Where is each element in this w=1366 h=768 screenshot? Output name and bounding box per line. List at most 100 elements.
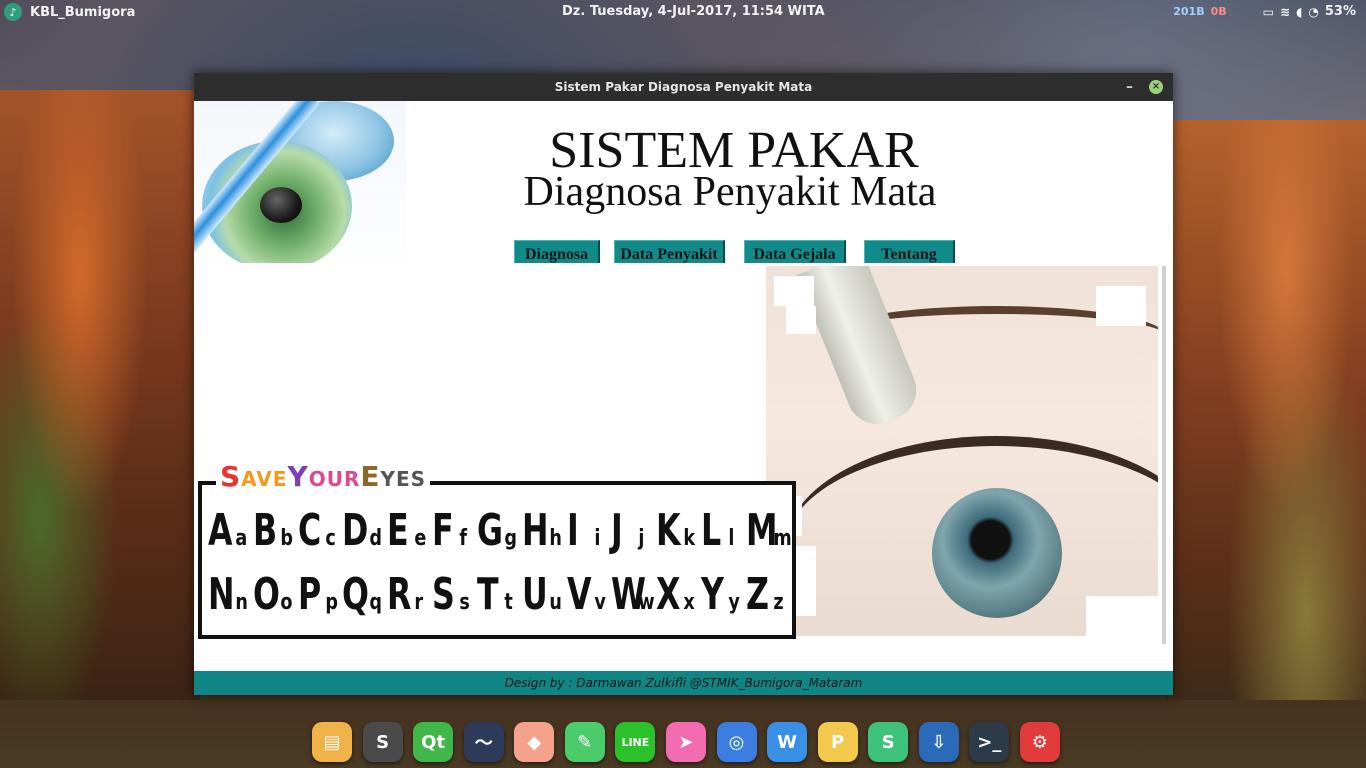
letter-lower: d bbox=[369, 526, 383, 551]
letter-pair: Ii bbox=[567, 509, 607, 553]
letter-upper: L bbox=[701, 505, 722, 556]
letter-upper: X bbox=[656, 569, 681, 620]
letter-lower: h bbox=[549, 526, 562, 551]
system-tray: 201B 0B ▭ ≋ ◖ ◔ 53% bbox=[1173, 4, 1356, 19]
sublime-text-icon[interactable]: S bbox=[362, 722, 403, 762]
letter-upper: S bbox=[432, 569, 455, 620]
qt-creator-icon[interactable]: Qt bbox=[413, 722, 454, 762]
chromium-icon[interactable]: ◎ bbox=[716, 722, 757, 762]
poster-title-part: OUR bbox=[308, 467, 361, 491]
letter-lower: u bbox=[549, 590, 562, 615]
volume-icon[interactable]: ◖ bbox=[1296, 5, 1302, 19]
letter-pair: Gg bbox=[477, 509, 517, 553]
line-icon[interactable]: LINE bbox=[615, 722, 656, 762]
pixel-block bbox=[1096, 286, 1146, 326]
main-content: SAVEYOUREYES AaBbCcDdEeFfGgHhIiJjKkLlMm … bbox=[194, 263, 1173, 671]
letter-upper: D bbox=[342, 505, 369, 556]
files-icon[interactable]: ▤ bbox=[312, 722, 352, 762]
letter-upper: B bbox=[252, 505, 277, 556]
letter-upper: P bbox=[297, 569, 321, 620]
dock-glyph: S bbox=[376, 731, 390, 753]
inkscape-icon[interactable]: ◆ bbox=[514, 722, 555, 762]
letter-upper: C bbox=[297, 505, 321, 556]
active-app[interactable]: ♪ KBL_Bumigora bbox=[4, 3, 135, 21]
clock[interactable]: Dz. Tuesday, 4-Jul-2017, 11:54 WITA bbox=[562, 4, 825, 19]
pixel-block bbox=[786, 306, 816, 334]
wps-presentation-icon[interactable]: P bbox=[817, 722, 858, 762]
letter-pair: Qq bbox=[342, 573, 382, 617]
display-icon[interactable]: ▭ bbox=[1263, 5, 1274, 19]
letter-upper: A bbox=[208, 505, 233, 556]
letter-pair: Pp bbox=[298, 573, 338, 617]
letter-lower: v bbox=[594, 590, 606, 615]
app-logo-icon: ♪ bbox=[4, 3, 22, 21]
minimize-button[interactable]: – bbox=[1126, 73, 1133, 101]
letter-upper: T bbox=[476, 569, 499, 620]
alphabet-row-2: NnOoPpQqRrSsTtUuVvWwXxYyZz bbox=[202, 573, 792, 617]
letter-lower: e bbox=[414, 526, 427, 551]
mysql-workbench-icon[interactable]: 〜 bbox=[463, 722, 504, 762]
dock-glyph: ⚙ bbox=[1031, 731, 1048, 753]
wps-writer-icon[interactable]: W bbox=[767, 722, 808, 762]
letter-pair: Aa bbox=[208, 509, 248, 553]
letter-upper: N bbox=[208, 569, 235, 620]
letter-pair: Ss bbox=[432, 573, 472, 617]
letter-upper: H bbox=[521, 505, 549, 556]
alphabet-row-1: AaBbCcDdEeFfGgHhIiJjKkLlMm bbox=[202, 509, 792, 553]
active-app-name: KBL_Bumigora bbox=[30, 4, 136, 20]
letter-pair: Bb bbox=[253, 509, 293, 553]
send-icon[interactable]: ➤ bbox=[665, 722, 706, 762]
battery-percent: 53% bbox=[1324, 4, 1356, 19]
letter-upper: E bbox=[387, 505, 409, 556]
dock-glyph: ◎ bbox=[728, 731, 745, 753]
letter-upper: K bbox=[656, 505, 681, 556]
dock-glyph: P bbox=[831, 731, 845, 753]
letter-pair: Cc bbox=[298, 509, 338, 553]
letter-pair: Xx bbox=[656, 573, 696, 617]
letter-pair: Dd bbox=[342, 509, 382, 553]
pupil-image bbox=[260, 187, 302, 223]
letter-pair: Zz bbox=[746, 573, 786, 617]
dock-glyph: ▤ bbox=[323, 731, 341, 753]
close-button[interactable]: × bbox=[1149, 80, 1163, 94]
net-upload-rate: 201B bbox=[1173, 5, 1205, 18]
letter-pair: Ee bbox=[387, 509, 427, 553]
window-titlebar[interactable]: Sistem Pakar Diagnosa Penyakit Mata – × bbox=[194, 73, 1173, 101]
letter-lower: p bbox=[325, 590, 338, 615]
letter-pair: Nn bbox=[208, 573, 248, 617]
poster-title: SAVEYOUREYES bbox=[216, 460, 431, 493]
letter-lower: z bbox=[773, 590, 784, 615]
wps-spreadsheet-icon[interactable]: S bbox=[868, 722, 909, 762]
install-icon[interactable]: ⇩ bbox=[918, 722, 959, 762]
dock-glyph: Qt bbox=[421, 731, 446, 753]
letter-upper: O bbox=[252, 569, 280, 620]
pixel-block bbox=[1086, 596, 1158, 636]
letter-lower: j bbox=[638, 526, 645, 551]
banner-edge bbox=[1162, 266, 1166, 644]
letter-pair: Uu bbox=[522, 573, 562, 617]
letter-upper: M bbox=[745, 505, 778, 556]
poster-title-part: Y bbox=[287, 460, 309, 493]
letter-lower: b bbox=[280, 526, 293, 551]
letter-lower: q bbox=[369, 590, 383, 615]
wifi-icon[interactable]: ≋ bbox=[1280, 5, 1290, 19]
letter-lower: o bbox=[280, 590, 293, 615]
iris-image bbox=[932, 488, 1062, 618]
settings-icon[interactable]: ⚙ bbox=[1019, 722, 1060, 762]
dock-glyph: >_ bbox=[977, 731, 1002, 753]
letter-lower: n bbox=[235, 590, 248, 615]
letter-pair: Ll bbox=[701, 509, 741, 553]
screenshot-icon[interactable]: ✎ bbox=[564, 722, 605, 762]
dock-glyph: ◆ bbox=[527, 731, 542, 753]
letter-lower: m bbox=[773, 526, 792, 551]
pixel-block bbox=[774, 276, 814, 306]
net-download-rate: 0B bbox=[1210, 5, 1227, 18]
dock-glyph: W bbox=[777, 731, 797, 753]
dock-glyph: ➤ bbox=[678, 731, 694, 753]
poster-title-part: S bbox=[220, 460, 242, 493]
terminal-icon[interactable]: >_ bbox=[969, 722, 1010, 762]
letter-pair: Oo bbox=[253, 573, 293, 617]
letter-lower: f bbox=[459, 526, 468, 551]
letter-pair: Ff bbox=[432, 509, 472, 553]
battery-icon[interactable]: ◔ bbox=[1308, 5, 1318, 19]
